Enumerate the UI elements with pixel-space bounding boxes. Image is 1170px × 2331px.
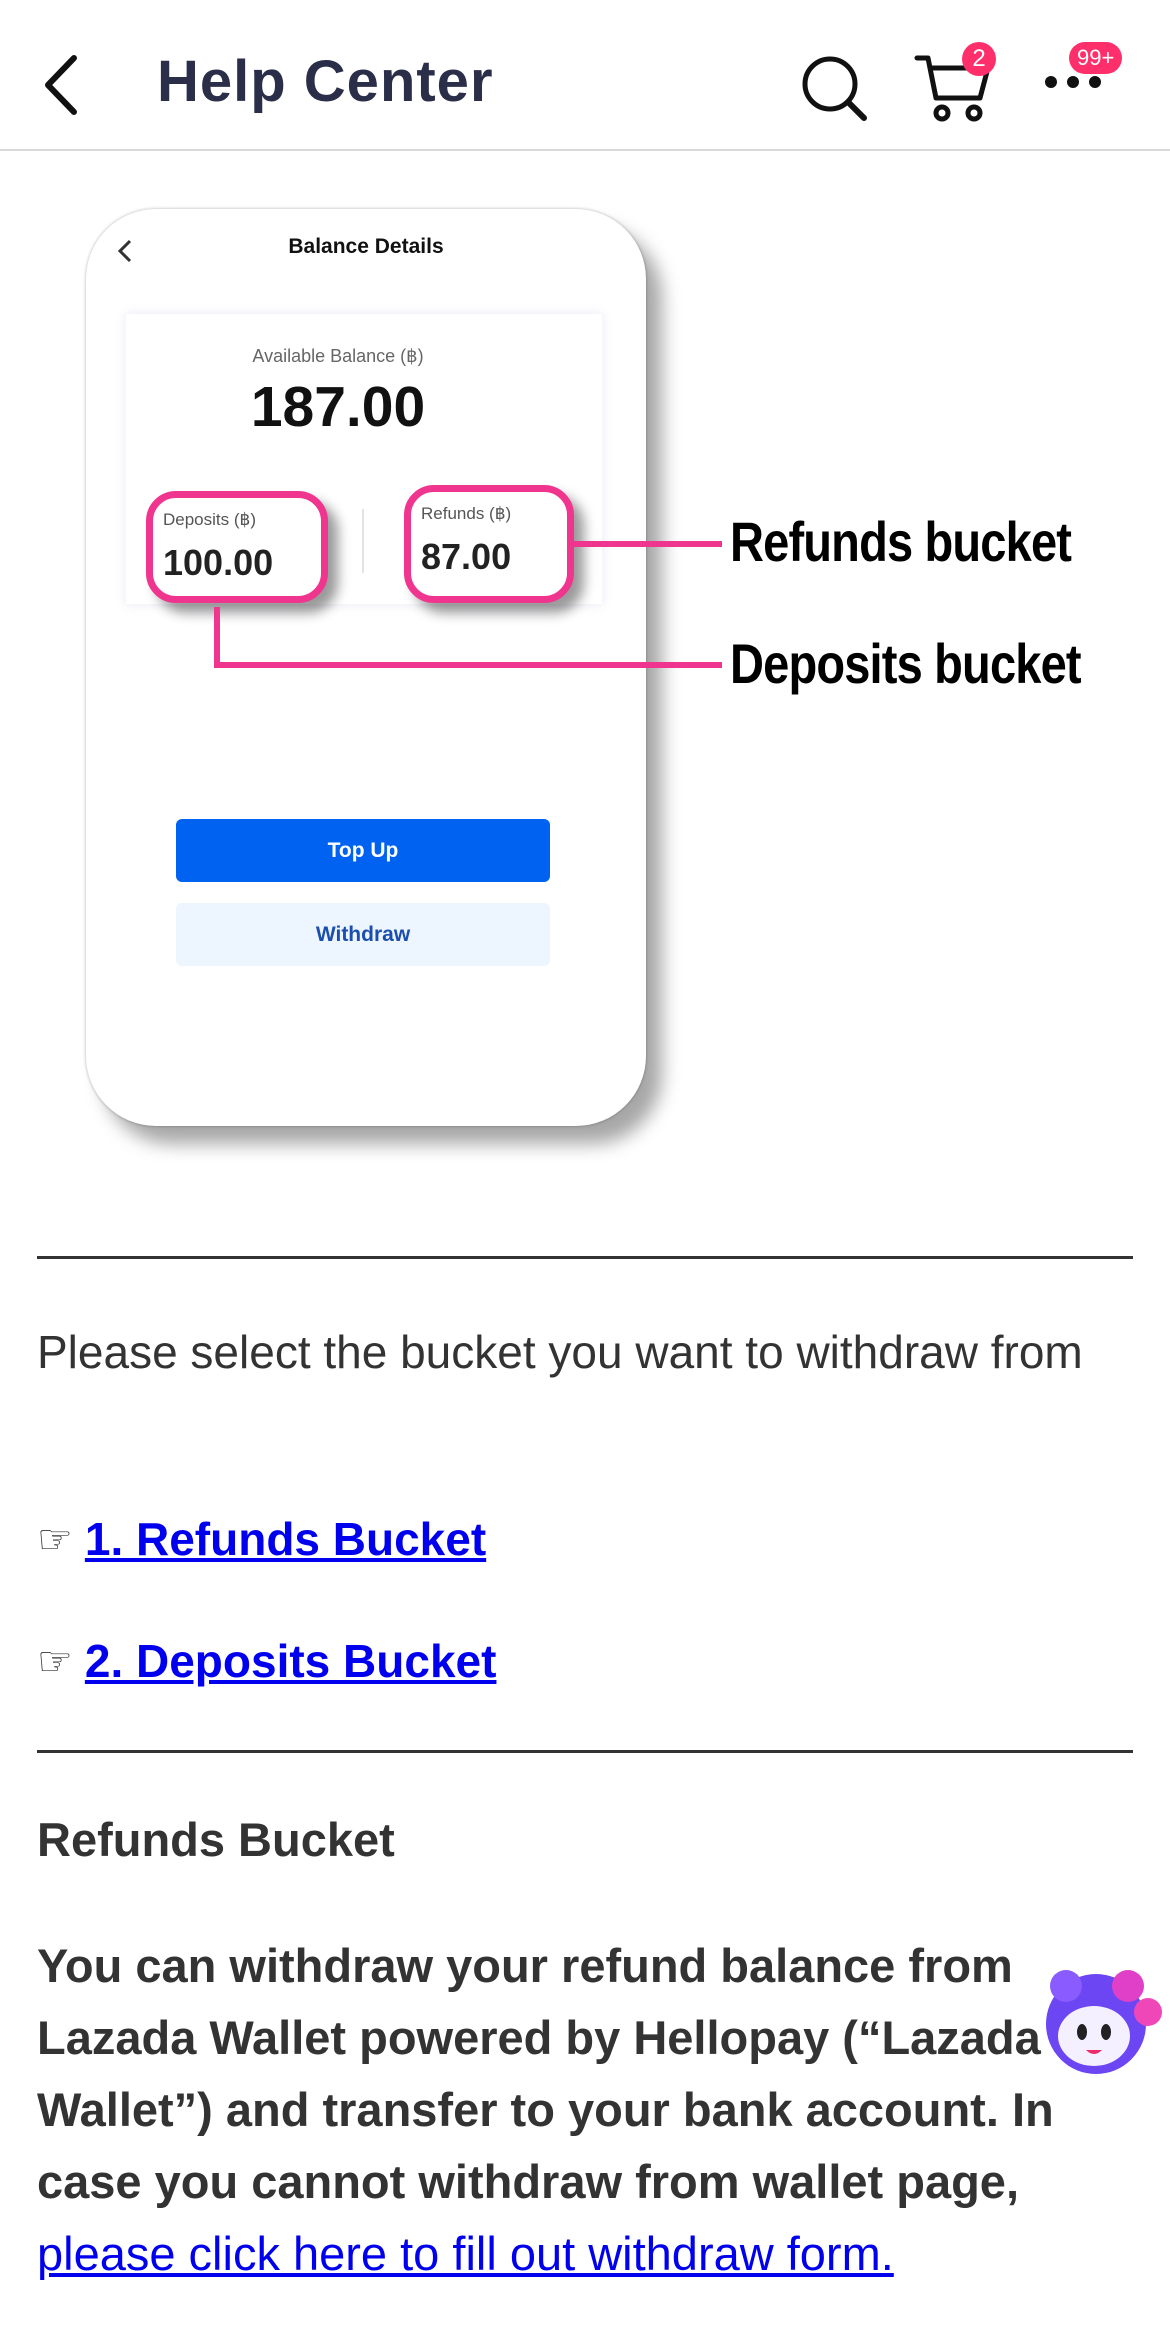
withdraw-button: Withdraw <box>176 903 550 966</box>
refunds-amount: 87.00 <box>421 536 512 577</box>
divider <box>37 1256 1133 1259</box>
refunds-label: Refunds (฿) <box>421 504 512 523</box>
deposits-amount: 100.00 <box>163 542 274 583</box>
pointing-hand-icon: ☞ <box>37 1517 73 1563</box>
more-icon[interactable] <box>1043 72 1103 92</box>
refunds-bucket-box: Refunds (฿) 87.00 <box>404 485 574 603</box>
back-arrow-icon[interactable] <box>38 52 88 118</box>
pointing-hand-icon: ☞ <box>37 1639 73 1685</box>
withdraw-form-link[interactable]: please click here to fill out withdraw f… <box>37 2227 894 2280</box>
article-body-text: You can withdraw your refund balance fro… <box>37 1939 1054 2208</box>
cart-count-badge: 2 <box>962 42 996 76</box>
chat-assistant-mascot-icon[interactable] <box>1030 1960 1170 2100</box>
refunds-bucket-callout: Refunds bucket <box>730 510 1072 573</box>
available-balance-amount: 187.00 <box>250 375 426 439</box>
app-header: Help Center 2 99+ <box>0 0 1170 151</box>
phone-screen-title: Balance Details <box>288 235 444 258</box>
notification-badge: 99+ <box>1069 42 1123 74</box>
list-item: ☞ 1. Refunds Bucket <box>37 1512 486 1566</box>
refunds-bucket-link[interactable]: 1. Refunds Bucket <box>85 1513 486 1565</box>
balance-details-illustration: Balance Details Available Balance (฿) 18… <box>0 151 1170 1171</box>
search-icon[interactable] <box>798 52 870 124</box>
intro-text: Please select the bucket you want to wit… <box>37 1326 1083 1378</box>
section-heading: Refunds Bucket <box>37 1813 395 1866</box>
top-up-button: Top Up <box>176 819 550 882</box>
list-item: ☞ 2. Deposits Bucket <box>37 1634 496 1688</box>
page-title: Help Center <box>157 49 494 114</box>
deposits-label: Deposits (฿) <box>163 510 257 529</box>
article-body: You can withdraw your refund balance fro… <box>37 1930 1137 2290</box>
divider <box>37 1750 1133 1753</box>
deposits-bucket-callout: Deposits bucket <box>730 632 1082 695</box>
card-divider <box>362 509 364 573</box>
deposits-bucket-box: Deposits (฿) 100.00 <box>146 491 328 603</box>
deposits-bucket-link[interactable]: 2. Deposits Bucket <box>85 1635 497 1687</box>
available-balance-label: Available Balance (฿) <box>252 346 424 366</box>
phone-mockup: Balance Details Available Balance (฿) 18… <box>86 209 646 1126</box>
